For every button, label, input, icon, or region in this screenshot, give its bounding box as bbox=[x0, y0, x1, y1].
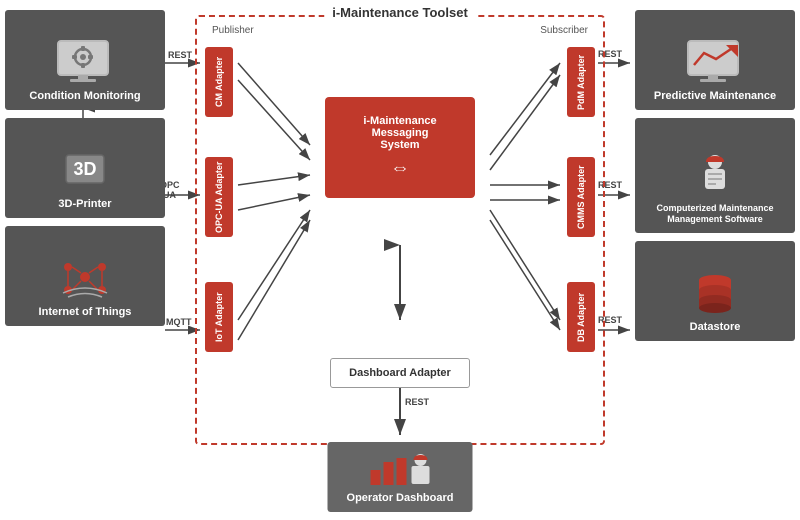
predictive-maintenance-label: Predictive Maintenance bbox=[654, 90, 776, 102]
diagram-container: REST OPC -UA MQTT REST REST bbox=[0, 0, 800, 520]
left-systems-column: Condition Monitoring 3D 3D-Printer bbox=[5, 10, 165, 326]
cm-adapter: CM Adapter bbox=[205, 47, 233, 117]
db-adapter: DB Adapter bbox=[567, 282, 595, 352]
toolset-title: i-Maintenance Toolset bbox=[324, 5, 476, 20]
iot-icon-area bbox=[55, 252, 115, 302]
3d-printer-box: 3D 3D-Printer bbox=[5, 118, 165, 218]
messaging-arrows-icon: ⇔ bbox=[339, 157, 461, 180]
cmms-icon-area bbox=[685, 149, 745, 199]
predictive-maintenance-icon-area bbox=[685, 36, 745, 86]
datastore-label: Datastore bbox=[690, 321, 741, 333]
condition-monitoring-icon-area bbox=[55, 36, 115, 86]
3d-printer-label: 3D-Printer bbox=[58, 198, 111, 210]
cmms-icon bbox=[688, 152, 743, 196]
datastore-box: Datastore bbox=[635, 241, 795, 341]
condition-monitoring-label: Condition Monitoring bbox=[29, 90, 140, 102]
publisher-label: Publisher bbox=[212, 25, 254, 36]
3d-printer-icon: 3D bbox=[58, 147, 113, 191]
operator-dashboard-icon bbox=[365, 450, 435, 488]
svg-text:3D: 3D bbox=[73, 159, 96, 179]
central-label: i-Maintenance bbox=[339, 115, 461, 127]
opcua-adapter: OPC-UA Adapter bbox=[205, 157, 233, 237]
operator-dashboard-label: Operator Dashboard bbox=[347, 492, 454, 504]
central-sublabel: Messaging bbox=[339, 127, 461, 139]
right-systems-column: Predictive Maintenance Computerized Main… bbox=[635, 10, 795, 341]
operator-dashboard-box: Operator Dashboard bbox=[328, 442, 473, 512]
iot-label: Internet of Things bbox=[39, 306, 132, 318]
pdm-adapter: PdM Adapter bbox=[567, 47, 595, 117]
3d-printer-icon-area: 3D bbox=[55, 144, 115, 194]
predictive-maint-icon bbox=[686, 39, 744, 83]
iot-box: Internet of Things bbox=[5, 226, 165, 326]
datastore-icon bbox=[688, 270, 743, 314]
iot-icon bbox=[58, 255, 113, 299]
datastore-icon-area bbox=[685, 267, 745, 317]
toolset-container: i-Maintenance Toolset Publisher Subscrib… bbox=[195, 15, 605, 445]
central-messaging-box: i-Maintenance Messaging System ⇔ bbox=[325, 97, 475, 198]
cmms-box: Computerized Maintenance Management Soft… bbox=[635, 118, 795, 233]
condition-monitoring-box: Condition Monitoring bbox=[5, 10, 165, 110]
monitor-icon bbox=[56, 39, 114, 83]
predictive-maintenance-box: Predictive Maintenance bbox=[635, 10, 795, 110]
dashboard-adapter: Dashboard Adapter bbox=[330, 358, 470, 388]
svg-text:MQTT: MQTT bbox=[166, 317, 192, 327]
svg-text:REST: REST bbox=[168, 50, 193, 60]
subscriber-label: Subscriber bbox=[540, 25, 588, 36]
central-sublabel2: System bbox=[339, 139, 461, 151]
iot-adapter: IoT Adapter bbox=[205, 282, 233, 352]
cmms-adapter: CMMS Adapter bbox=[567, 157, 595, 237]
cmms-label: Computerized Maintenance Management Soft… bbox=[641, 203, 789, 225]
